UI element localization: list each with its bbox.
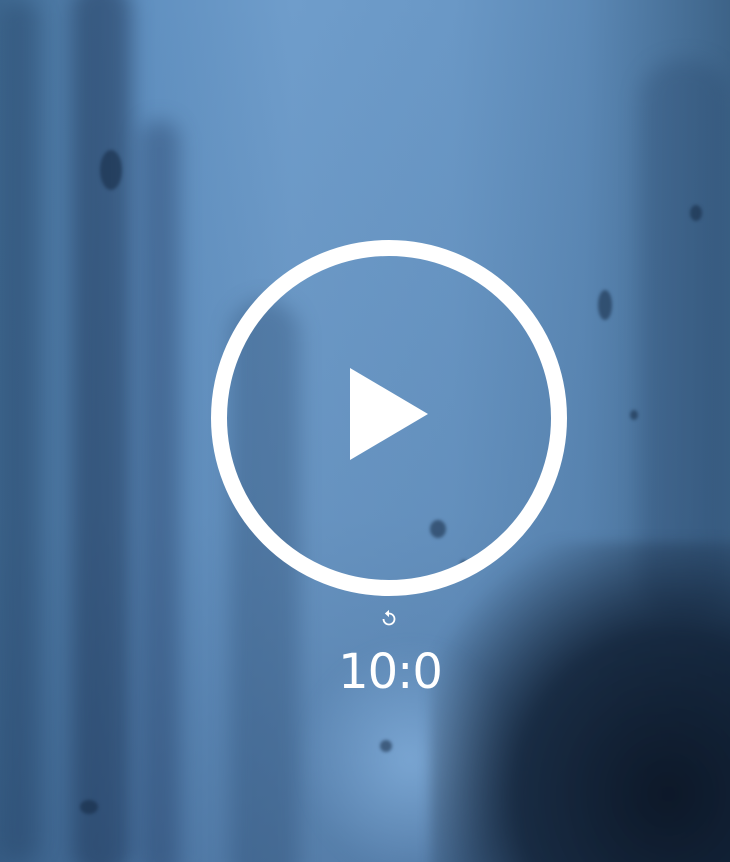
- raindrop: [380, 740, 392, 752]
- player-screen: 10:0: [0, 0, 730, 862]
- background-streak: [140, 120, 180, 862]
- countdown-timer: 10:0: [338, 644, 443, 700]
- background-dark-corner: [430, 542, 730, 862]
- raindrop: [630, 410, 638, 420]
- background-streak: [0, 0, 40, 862]
- replay-button[interactable]: [378, 608, 400, 630]
- raindrop: [100, 150, 122, 190]
- play-icon[interactable]: [350, 368, 428, 460]
- background-streak: [640, 60, 730, 620]
- raindrop: [598, 290, 612, 320]
- raindrop: [690, 205, 702, 221]
- raindrop: [80, 800, 98, 814]
- replay-icon: [382, 609, 396, 626]
- background-streak: [72, 0, 132, 862]
